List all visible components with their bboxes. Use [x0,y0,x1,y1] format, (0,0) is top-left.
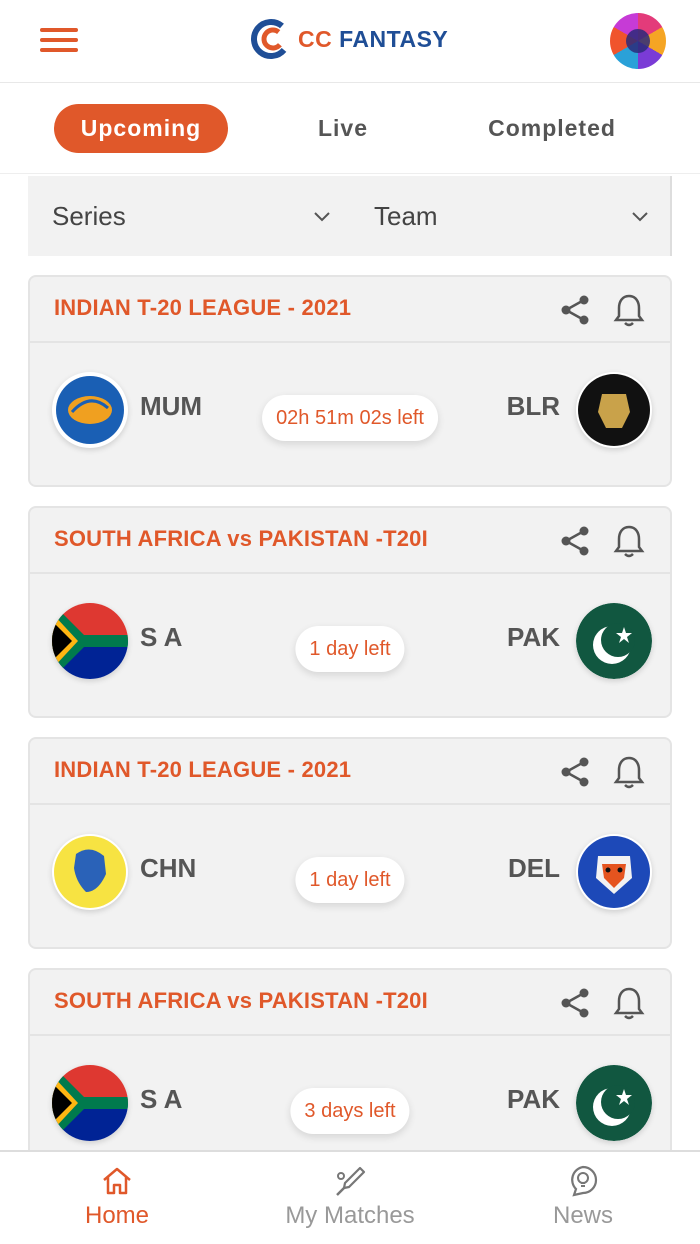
away-team-code: DEL [508,853,560,883]
match-card[interactable]: SOUTH AFRICA vs PAKISTAN -T20I S A 3 day… [28,968,672,1180]
app-header: CC FANTASY [0,0,700,83]
time-left-badge: 3 days left [290,1088,410,1134]
app-logo: CC FANTASY [250,18,448,60]
home-team-code: S A [140,622,183,652]
away-team-code: BLR [506,391,560,421]
bottom-navigation: Home My Matches News [0,1150,700,1244]
pakistan-flag [576,1065,652,1141]
series-dropdown[interactable]: Series [52,176,332,256]
away-team-code: PAK [507,1084,560,1114]
series-name: SOUTH AFRICA vs PAKISTAN -T20I [54,988,428,1013]
user-avatar[interactable] [610,13,666,69]
match-card[interactable]: INDIAN T-20 LEAGUE - 2021 MUM 02h 51m 02… [28,275,672,487]
hamburger-menu-icon[interactable] [40,28,78,56]
match-status-tabs: Upcoming Live Completed [0,84,700,174]
nav-my-matches[interactable]: My Matches [260,1164,440,1230]
tab-live[interactable]: Live [300,104,386,153]
team-dropdown[interactable]: Team [374,176,650,256]
series-name: SOUTH AFRICA vs PAKISTAN -T20I [54,526,428,551]
nav-home[interactable]: Home [27,1164,207,1230]
logo-text: CC FANTASY [298,25,449,52]
match-card-header: SOUTH AFRICA vs PAKISTAN -T20I [30,508,670,574]
bell-icon[interactable] [612,292,646,328]
chevron-down-icon [314,212,330,222]
nav-news-label: News [552,1202,613,1229]
chevron-down-icon [632,212,648,222]
nav-my-matches-label: My Matches [285,1202,415,1229]
nav-news[interactable]: News [493,1164,673,1230]
news-bulb-icon [571,1165,598,1197]
share-icon[interactable] [558,524,592,558]
bangalore-logo [576,372,652,448]
time-left-badge: 1 day left [295,857,405,903]
delhi-logo [576,834,652,910]
share-icon[interactable] [558,293,592,327]
home-team-code: S A [140,1084,183,1114]
bell-icon[interactable] [612,523,646,559]
match-card-header: SOUTH AFRICA vs PAKISTAN -T20I [30,970,670,1036]
chennai-logo [52,834,128,910]
match-card[interactable]: INDIAN T-20 LEAGUE - 2021 CHN 1 day left… [28,737,672,949]
filter-bar: Series Team [28,176,672,256]
pakistan-flag [576,603,652,679]
cricket-bat-icon [336,1166,366,1196]
series-name: INDIAN T-20 LEAGUE - 2021 [54,757,352,782]
bell-icon[interactable] [612,754,646,790]
series-name: INDIAN T-20 LEAGUE - 2021 [54,295,352,320]
south-africa-flag [52,603,128,679]
match-card-header: INDIAN T-20 LEAGUE - 2021 [30,277,670,343]
match-card[interactable]: SOUTH AFRICA vs PAKISTAN -T20I S A 1 day… [28,506,672,718]
logo-mark-icon [251,19,291,59]
home-team-code: MUM [140,391,203,421]
share-icon[interactable] [558,986,592,1020]
series-dropdown-label: Series [52,200,126,231]
south-africa-flag [52,1065,128,1141]
time-left-badge: 02h 51m 02s left [262,395,438,441]
home-team-code: CHN [140,853,197,883]
share-icon[interactable] [558,755,592,789]
team-dropdown-label: Team [374,200,438,231]
time-left-badge: 1 day left [295,626,405,672]
nav-home-label: Home [84,1202,150,1229]
mumbai-logo [52,372,128,448]
away-team-code: PAK [507,622,560,652]
tab-completed[interactable]: Completed [470,104,634,153]
match-card-header: INDIAN T-20 LEAGUE - 2021 [30,739,670,805]
tab-upcoming[interactable]: Upcoming [54,104,228,153]
bell-icon[interactable] [612,985,646,1021]
home-icon [103,1167,131,1195]
